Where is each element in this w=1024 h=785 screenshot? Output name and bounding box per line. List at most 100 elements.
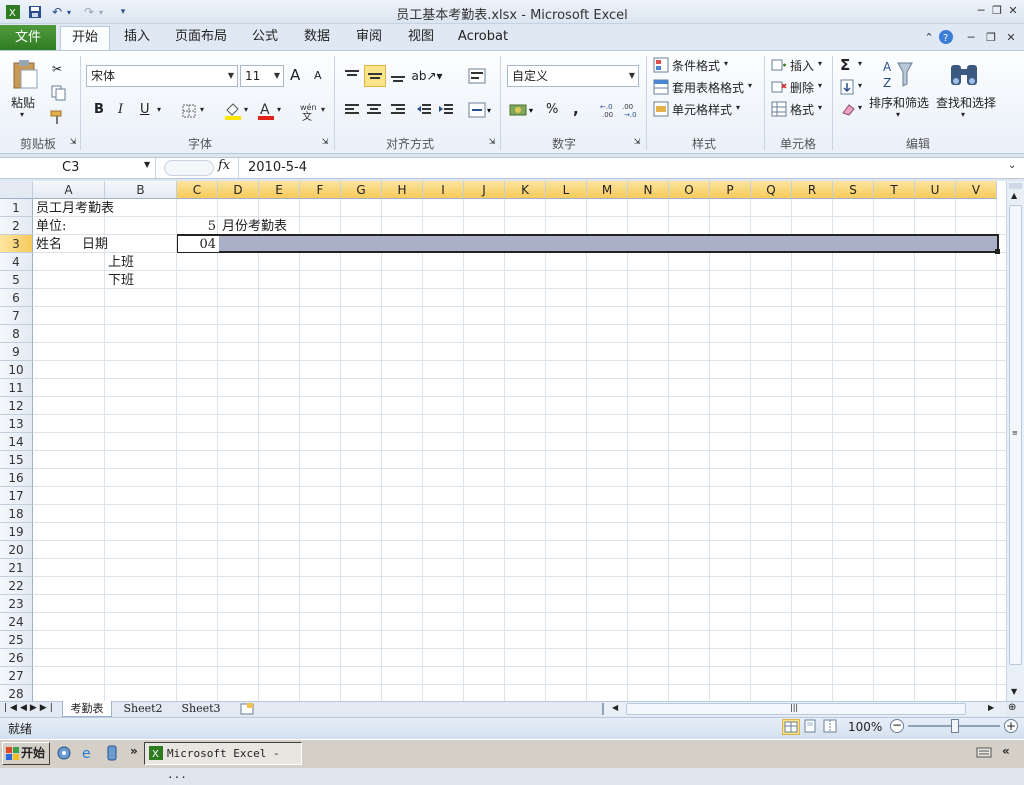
row-header-23[interactable]: 23: [0, 595, 33, 613]
column-header-a[interactable]: A: [33, 181, 105, 199]
fill-handle[interactable]: [995, 249, 1000, 254]
border-dropdown-icon[interactable]: ▾: [200, 105, 204, 114]
cell-C2[interactable]: 5: [180, 218, 216, 236]
format-painter-icon[interactable]: [48, 108, 66, 126]
name-box-dropdown-icon[interactable]: ▼: [144, 160, 150, 169]
italic-button[interactable]: I: [118, 102, 123, 117]
row-header-21[interactable]: 21: [0, 559, 33, 577]
tab-formulas[interactable]: 公式: [244, 26, 286, 50]
format-cells-icon[interactable]: [770, 100, 788, 118]
row-header-17[interactable]: 17: [0, 487, 33, 505]
row-header-13[interactable]: 13: [0, 415, 33, 433]
column-header-u[interactable]: U: [915, 181, 956, 199]
cell-styles-icon[interactable]: [652, 100, 670, 118]
row-header-10[interactable]: 10: [0, 361, 33, 379]
formula-expand-icon[interactable]: ⌄: [1008, 160, 1016, 171]
row-header-3[interactable]: 3: [0, 235, 33, 253]
binoculars-icon[interactable]: [946, 56, 982, 92]
orientation-icon[interactable]: ab↗▾: [411, 66, 442, 86]
doc-close-button[interactable]: ✕: [1002, 30, 1020, 46]
row-header-26[interactable]: 26: [0, 649, 33, 667]
paste-dropdown-icon[interactable]: ▾: [20, 110, 24, 119]
column-header-f[interactable]: F: [300, 181, 341, 199]
column-header-g[interactable]: G: [341, 181, 382, 199]
add-sheet-corner-icon[interactable]: ⊕: [1008, 702, 1016, 713]
font-launcher-icon[interactable]: ⇲: [320, 136, 330, 146]
column-header-n[interactable]: N: [628, 181, 669, 199]
name-box[interactable]: C3: [2, 158, 156, 178]
scroll-right-icon[interactable]: ▶: [988, 703, 994, 712]
grow-font-button[interactable]: A: [290, 66, 300, 84]
column-header-h[interactable]: H: [382, 181, 423, 199]
tab-review[interactable]: 审阅: [348, 26, 390, 50]
column-header-t[interactable]: T: [874, 181, 915, 199]
tab-insert[interactable]: 插入: [116, 26, 158, 50]
page-break-view-icon[interactable]: [822, 719, 840, 735]
find-select-label[interactable]: 查找和选择: [936, 94, 996, 111]
phonetic-guide-icon[interactable]: wén 文: [298, 100, 320, 122]
cell-A3-date[interactable]: 日期: [82, 236, 108, 254]
cell-B5[interactable]: 下班: [108, 272, 134, 290]
taskbar-excel-button[interactable]: X Microsoft Excel - ...: [144, 742, 302, 781]
column-header-e[interactable]: E: [259, 181, 300, 199]
cell-A2[interactable]: 单位:: [36, 218, 66, 236]
tab-data[interactable]: 数据: [296, 26, 338, 50]
cell-B4[interactable]: 上班: [108, 254, 134, 272]
format-table-dropdown-icon[interactable]: ▾: [748, 81, 752, 90]
conditional-dropdown-icon[interactable]: ▾: [724, 59, 728, 68]
merge-center-icon[interactable]: ▾: [466, 100, 496, 120]
align-right-icon[interactable]: [388, 100, 408, 120]
normal-view-icon[interactable]: [782, 719, 800, 735]
column-header-c[interactable]: C: [177, 181, 218, 199]
bold-button[interactable]: B: [94, 102, 104, 117]
percent-button[interactable]: %: [546, 102, 558, 117]
scroll-down-icon[interactable]: ▼: [1011, 687, 1017, 696]
align-center-icon[interactable]: [364, 100, 384, 120]
scroll-left-icon[interactable]: ◀: [612, 703, 618, 712]
cell-styles-button[interactable]: 单元格样式: [672, 101, 732, 118]
cell-A1[interactable]: 员工月考勤表: [36, 200, 114, 218]
insert-sheet-icon[interactable]: [238, 702, 258, 716]
sheet-tab-sheet2[interactable]: Sheet2: [118, 701, 168, 717]
column-header-d[interactable]: D: [218, 181, 259, 199]
zoom-in-button[interactable]: +: [1004, 719, 1018, 733]
zoom-slider-thumb[interactable]: [951, 719, 959, 733]
format-dropdown-icon[interactable]: ▾: [818, 103, 822, 112]
align-middle-icon[interactable]: [364, 65, 386, 87]
cell-styles-dropdown-icon[interactable]: ▾: [736, 103, 740, 112]
insert-function-button[interactable]: fx: [218, 158, 230, 173]
column-header-r[interactable]: R: [792, 181, 833, 199]
clear-icon[interactable]: [838, 100, 858, 118]
align-left-icon[interactable]: [342, 100, 362, 120]
doc-minimize-button[interactable]: ─: [962, 30, 980, 46]
row-header-2[interactable]: 2: [0, 217, 33, 235]
quicklaunch-media-icon[interactable]: [104, 745, 120, 761]
column-header-l[interactable]: L: [546, 181, 587, 199]
paste-icon[interactable]: [10, 58, 40, 90]
currency-icon[interactable]: ▾: [508, 100, 538, 120]
cell-A3-name[interactable]: 姓名: [36, 236, 62, 254]
row-header-27[interactable]: 27: [0, 667, 33, 685]
conditional-format-icon[interactable]: [652, 56, 670, 74]
insert-cells-icon[interactable]: [770, 56, 788, 74]
fill-color-icon[interactable]: [222, 100, 244, 122]
horizontal-scrollbar[interactable]: ◀ ||| ▶: [604, 702, 1006, 716]
sort-filter-label[interactable]: 排序和筛选: [869, 94, 929, 111]
column-header-q[interactable]: Q: [751, 181, 792, 199]
tab-home[interactable]: 开始: [60, 26, 110, 50]
increase-decimal-icon[interactable]: ←.0.00: [598, 100, 618, 120]
quicklaunch-ie-icon[interactable]: e: [80, 745, 96, 761]
ribbon-collapse-icon[interactable]: ⌃: [920, 30, 938, 46]
format-table-button[interactable]: 套用表格格式: [672, 79, 744, 96]
border-icon[interactable]: [180, 102, 198, 120]
insert-dropdown-icon[interactable]: ▾: [818, 59, 822, 68]
wrap-text-icon[interactable]: [466, 66, 488, 86]
column-header-j[interactable]: J: [464, 181, 505, 199]
row-header-1[interactable]: 1: [0, 199, 33, 217]
row-header-28[interactable]: 28: [0, 685, 33, 701]
number-format-combo[interactable]: 自定义 ▼: [507, 65, 639, 87]
font-name-combo[interactable]: 宋体 ▼: [86, 65, 238, 87]
fill-dropdown-icon[interactable]: ▾: [858, 81, 862, 90]
align-bottom-icon[interactable]: [388, 66, 408, 86]
row-header-4[interactable]: 4: [0, 253, 33, 271]
